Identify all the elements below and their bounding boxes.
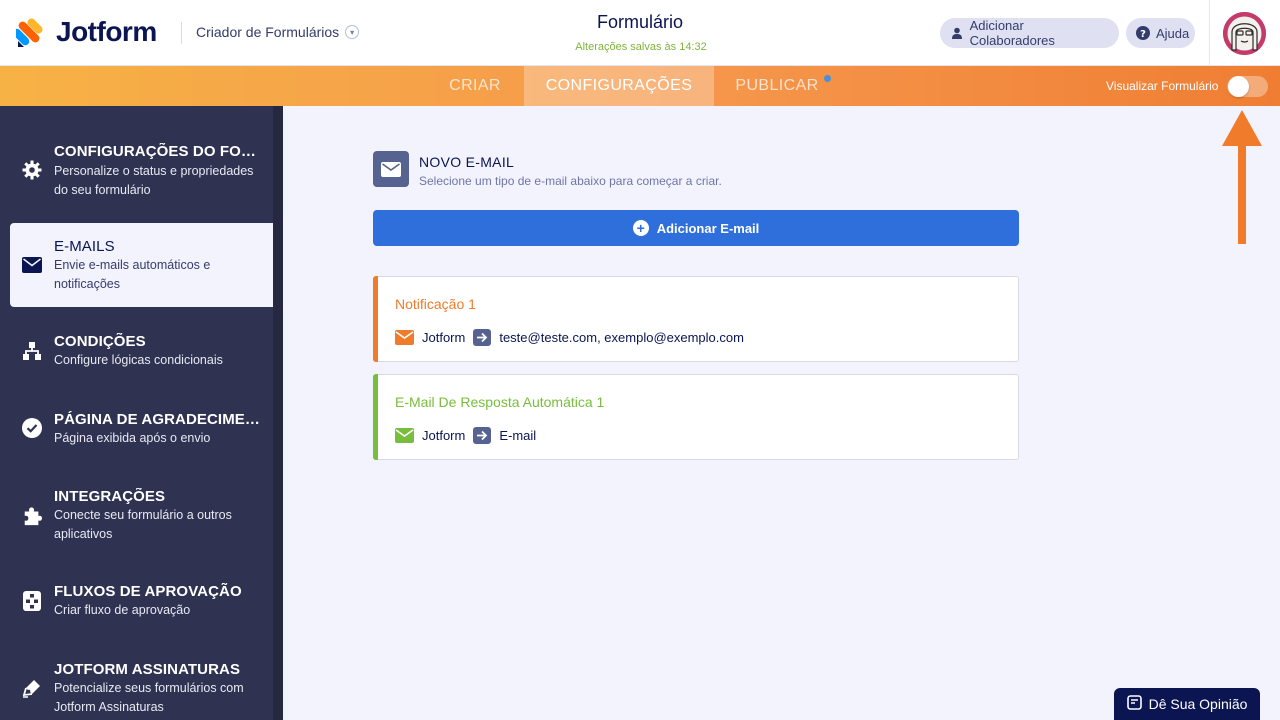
email-recipient: teste@teste.com, exemplo@exemplo.com — [499, 329, 744, 345]
envelope-icon — [395, 329, 414, 345]
email-card-autoresponder[interactable]: E-Mail De Resposta Automática 1 Jotform … — [373, 374, 1019, 460]
new-email-subtitle: Selecione um tipo de e-mail abaixo para … — [419, 174, 722, 188]
sidebar-item-desc: Envie e-mails automáticos e notificações — [54, 258, 211, 291]
sidebar-item-emails[interactable]: E-MAILS Envie e-mails automáticos e noti… — [10, 223, 273, 307]
feedback-label: Dê Sua Opinião — [1148, 696, 1248, 712]
sidebar-item-desc: Página exibida após o envio — [54, 431, 211, 445]
tab-publish[interactable]: PUBLICAR — [714, 66, 840, 106]
preview-form-toggle[interactable] — [1227, 76, 1268, 97]
sidebar-item-title: CONFIGURAÇÕES DO FORMULÁRIO — [54, 143, 266, 160]
approval-flow-icon — [22, 591, 42, 611]
sidebar-item-integrations[interactable]: INTEGRAÇÕES Conecte seu formulário a out… — [0, 481, 273, 551]
feedback-button[interactable]: Dê Sua Opinião — [1114, 688, 1260, 720]
sidebar-item-title: CONDIÇÕES — [54, 333, 146, 350]
check-circle-icon — [22, 418, 42, 438]
feedback-icon — [1126, 695, 1142, 713]
add-collaborators-button[interactable]: Adicionar Colaboradores — [940, 18, 1119, 48]
email-card-route: Jotform E-mail — [395, 426, 536, 444]
email-sender: Jotform — [422, 427, 466, 443]
sidebar-item-desc: Criar fluxo de aprovação — [54, 603, 191, 617]
sidebar-item-conditions[interactable]: CONDIÇÕES Configure lógicas condicionais — [0, 326, 273, 376]
sidebar-item-title: JOTFORM ASSINATURAS — [54, 661, 241, 678]
add-collaborators-label: Adicionar Colaboradores — [969, 18, 1055, 48]
email-card-notification[interactable]: Notificação 1 Jotform teste@teste.com, e… — [373, 276, 1019, 362]
top-header: Jotform Criador de Formulários ▾ Formulá… — [0, 0, 1280, 66]
email-card-route: Jotform teste@teste.com, exemplo@exemplo… — [395, 328, 744, 346]
envelope-icon — [22, 255, 42, 275]
settings-sidebar: CONFIGURAÇÕES DO FORMULÁRIO Personalize … — [0, 106, 283, 720]
arrow-right-icon — [473, 426, 492, 444]
help-button[interactable]: ? Ajuda — [1126, 18, 1195, 48]
new-email-icon — [373, 151, 409, 187]
sidebar-item-title: INTEGRAÇÕES — [54, 488, 166, 505]
sidebar-item-desc: Personalize o status e propriedades do s… — [54, 164, 254, 197]
email-sender: Jotform — [422, 329, 466, 345]
user-icon — [950, 26, 964, 40]
tab-settings[interactable]: CONFIGURAÇÕES — [524, 66, 714, 106]
sidebar-item-desc: Configure lógicas condicionais — [54, 353, 223, 367]
tab-create[interactable]: CRIAR — [426, 66, 524, 106]
puzzle-icon — [22, 506, 42, 526]
email-card-title: E-Mail De Resposta Automática 1 — [395, 394, 605, 410]
sidebar-item-form-settings[interactable]: CONFIGURAÇÕES DO FORMULÁRIO Personalize … — [0, 128, 273, 208]
sidebar-scrollbar[interactable] — [273, 106, 283, 720]
sidebar-item-title: FLUXOS DE APROVAÇÃO — [54, 583, 242, 600]
main-tab-bar: CRIAR CONFIGURAÇÕES PUBLICAR Visualizar … — [0, 66, 1280, 106]
card-accent-bar — [373, 276, 378, 362]
avatar-container — [1209, 0, 1280, 66]
conditions-icon — [22, 341, 42, 361]
add-email-button[interactable]: + Adicionar E-mail — [373, 210, 1019, 246]
email-card-title: Notificação 1 — [395, 296, 476, 312]
avatar[interactable] — [1223, 12, 1266, 55]
sidebar-item-title: PÁGINA DE AGRADECIMENTO — [54, 411, 266, 428]
svg-text:?: ? — [1140, 29, 1146, 40]
annotation-arrow-icon — [1222, 110, 1262, 244]
sidebar-item-title: E-MAILS — [54, 238, 115, 255]
add-email-label: Adicionar E-mail — [656, 220, 760, 236]
email-recipient: E-mail — [499, 427, 537, 443]
publish-notification-dot — [824, 75, 831, 82]
sidebar-item-desc: Conecte seu formulário a outros aplicati… — [54, 508, 232, 541]
envelope-icon — [395, 427, 414, 443]
sidebar-item-jotform-sign[interactable]: JOTFORM ASSINATURAS Potencialize seus fo… — [0, 654, 273, 720]
sidebar-item-approval-flows[interactable]: FLUXOS DE APROVAÇÃO Criar fluxo de aprov… — [0, 577, 273, 627]
new-email-title: NOVO E-MAIL — [419, 154, 515, 170]
sidebar-item-desc: Potencialize seus formulários com Jotfor… — [54, 681, 244, 714]
help-label: Ajuda — [1156, 25, 1190, 41]
help-icon: ? — [1136, 26, 1150, 40]
preview-form-label: Visualizar Formulário — [1106, 79, 1219, 93]
plus-icon: + — [632, 220, 649, 236]
card-accent-bar — [373, 374, 378, 460]
toggle-knob — [1228, 76, 1249, 97]
gear-icon — [22, 160, 42, 180]
sidebar-item-thank-you-page[interactable]: PÁGINA DE AGRADECIMENTO Página exibida a… — [0, 404, 273, 454]
arrow-right-icon — [473, 328, 492, 346]
pen-icon — [22, 678, 42, 698]
